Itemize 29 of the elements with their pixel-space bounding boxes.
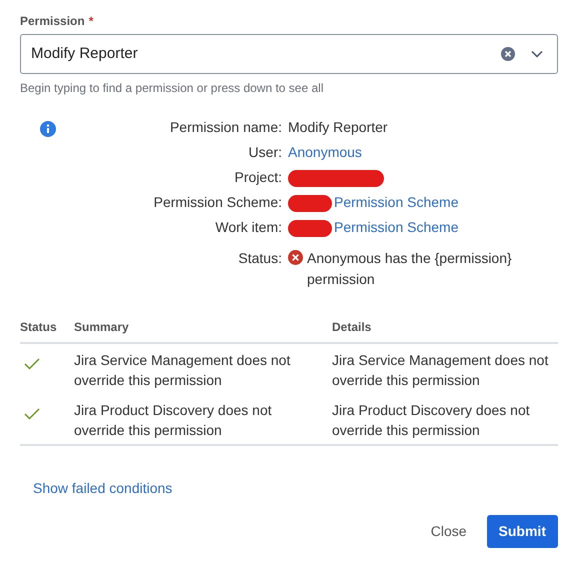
clear-icon[interactable] (501, 47, 515, 61)
status-message: Anonymous has the {permission} permission (307, 249, 513, 289)
show-failed-link[interactable]: Show failed conditions (33, 478, 172, 499)
column-header: Details (332, 314, 558, 343)
detail-label: Project: (234, 169, 282, 185)
detail-label: User: (248, 144, 282, 160)
permission-select[interactable]: Modify Reporter (20, 34, 558, 74)
detail-link[interactable]: Permission Scheme (334, 194, 458, 210)
detail-label: Permission name: (170, 119, 282, 135)
table-cell: Jira Product Discovery does not override this permission (332, 402, 530, 438)
info-icon (40, 121, 56, 138)
table-cell: Jira Service Management does not override this permission (74, 352, 290, 388)
field-label: Permission (20, 13, 85, 30)
submit-button[interactable]: Submit (486, 515, 558, 548)
detail-label: Permission Scheme: (154, 194, 282, 210)
column-header: Status (20, 314, 74, 343)
close-button[interactable]: Close (418, 515, 479, 548)
table-cell: Jira Product Discovery does not override this permission (74, 402, 272, 438)
table-cell: Jira Service Management does not override this permission (332, 352, 548, 388)
detail-link[interactable]: Anonymous (288, 144, 362, 160)
help-text: Begin typing to find a permission or press down to see all (20, 80, 324, 97)
detail-value: Modify Reporter (288, 119, 388, 135)
detail-label: Status: (238, 250, 282, 266)
detail-label: Work item: (215, 219, 282, 235)
error-icon (288, 250, 303, 265)
chevron-down-icon[interactable] (531, 50, 543, 58)
required-mark: * (88, 13, 94, 30)
detail-link[interactable]: Permission Scheme (334, 219, 458, 235)
column-header: Summary (74, 314, 332, 343)
